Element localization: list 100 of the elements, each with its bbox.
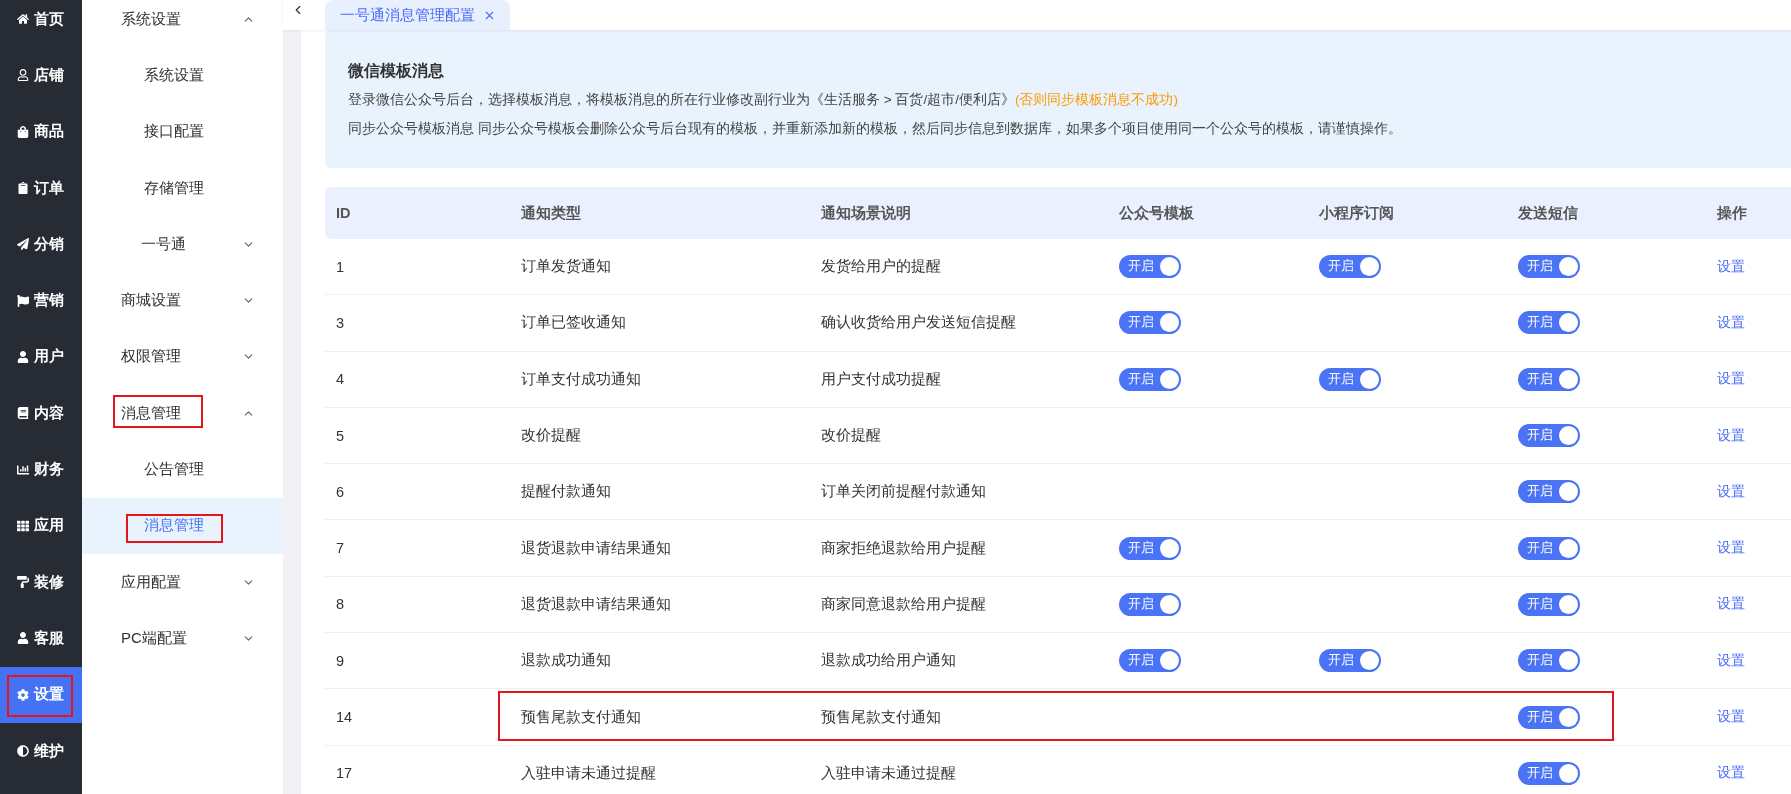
table-cell: 退款成功给用户通知	[821, 651, 956, 671]
menu-item[interactable]: 接口配置	[82, 103, 283, 160]
toggle-switch[interactable]: 开启	[1518, 367, 1580, 391]
table-cell: 订单已签收通知	[521, 313, 626, 333]
toggle-switch[interactable]: 开启	[1518, 255, 1580, 279]
bar-chart-icon	[17, 463, 29, 476]
switch-knob-icon	[1559, 313, 1578, 333]
flag-icon	[17, 294, 29, 307]
menu-group[interactable]: 商城设置	[82, 272, 283, 329]
settings-link[interactable]: 设置	[1717, 313, 1745, 332]
table-cell: 7	[336, 540, 345, 557]
toggle-switch[interactable]: 开启	[1119, 536, 1181, 560]
toggle-switch[interactable]: 开启	[1119, 649, 1181, 673]
table-cell: 退货退款申请结果通知	[521, 538, 671, 558]
column-header: 公众号模板	[1118, 203, 1195, 223]
settings-link[interactable]: 设置	[1717, 426, 1745, 445]
switch-knob-icon	[1160, 538, 1179, 558]
settings-icon	[17, 688, 29, 701]
notice-text: 同步公众号模板消息 同步公众号模板会删除公众号后台现有的模板，并重新添加新的模板，然后同步信息到数据库，如果多个项目使用同一个公众号的模板，请谨慎操作。	[348, 120, 1403, 138]
column-header: 操作	[1716, 203, 1748, 223]
switch-knob-icon	[1360, 369, 1379, 389]
table-cell: 退货退款申请结果通知	[521, 594, 671, 614]
toggle-switch[interactable]: 开启	[1119, 311, 1181, 335]
person-outline-icon	[17, 69, 29, 82]
switch-knob-icon	[1160, 594, 1179, 614]
table-cell: 入驻申请未通过提醒	[821, 763, 956, 783]
settings-link[interactable]: 设置	[1717, 595, 1745, 614]
column-header: 发送短信	[1517, 203, 1579, 223]
menu-group[interactable]: 消息管理	[82, 385, 283, 442]
toggle-switch[interactable]: 开启	[1119, 255, 1181, 279]
toggle-switch[interactable]: 开启	[1319, 649, 1381, 673]
rail-item[interactable]: 用户	[0, 328, 82, 386]
grid-icon	[17, 519, 29, 532]
menu-group[interactable]: 应用配置	[82, 553, 283, 611]
table-cell: 17	[336, 765, 353, 782]
table-cell: 4	[336, 371, 345, 388]
rail-item[interactable]: 商品	[0, 103, 82, 160]
settings-link[interactable]: 设置	[1717, 651, 1745, 670]
table-cell: 退款成功通知	[521, 651, 611, 671]
home-icon	[17, 13, 29, 26]
rail-item[interactable]: 分销	[0, 216, 82, 273]
rail-item[interactable]: 财务	[0, 441, 82, 498]
toggle-switch[interactable]: 开启	[1518, 311, 1580, 335]
table-cell: 订单关闭前提醒付款通知	[821, 482, 986, 502]
toggle-switch[interactable]: 开启	[1518, 424, 1580, 448]
switch-knob-icon	[1559, 763, 1578, 783]
settings-link[interactable]: 设置	[1717, 539, 1745, 558]
toggle-switch[interactable]: 开启	[1518, 592, 1580, 616]
rail-item[interactable]: 店铺	[0, 47, 82, 104]
switch-knob-icon	[1559, 651, 1578, 671]
rail-item[interactable]: 首页	[0, 0, 82, 48]
rail-item[interactable]: 设置	[0, 666, 82, 723]
toggle-switch[interactable]: 开启	[1518, 480, 1580, 504]
settings-link[interactable]: 设置	[1717, 482, 1745, 501]
menu-group[interactable]: PC端配置	[82, 610, 283, 667]
rail-item[interactable]: 装修	[0, 553, 82, 611]
toggle-switch[interactable]: 开启	[1518, 536, 1580, 560]
toggle-switch[interactable]: 开启	[1119, 592, 1181, 616]
column-header: ID	[335, 205, 352, 221]
toggle-switch[interactable]: 开启	[1518, 761, 1580, 785]
table-cell: 3	[336, 314, 345, 331]
rail-item[interactable]: 应用	[0, 497, 82, 554]
toggle-switch[interactable]: 开启	[1319, 367, 1381, 391]
menu-group[interactable]: 权限管理	[82, 328, 283, 386]
menu-item[interactable]: 系统设置	[82, 47, 283, 104]
rail-item[interactable]: 订单	[0, 159, 82, 217]
user-icon	[17, 350, 29, 363]
notice-title: 微信模板消息	[348, 61, 445, 81]
column-header: 小程序订阅	[1318, 203, 1395, 223]
column-header: 通知场景说明	[820, 203, 912, 223]
menu-item[interactable]: 消息管理	[82, 497, 283, 554]
settings-link[interactable]: 设置	[1717, 257, 1745, 276]
menu-item[interactable]: 存储管理	[82, 159, 283, 217]
settings-link[interactable]: 设置	[1717, 708, 1745, 726]
switch-knob-icon	[1559, 707, 1578, 727]
menu-group[interactable]: 系统设置	[82, 0, 283, 48]
toggle-switch[interactable]: 开启	[1518, 649, 1580, 673]
switch-knob-icon	[1559, 426, 1578, 446]
table-cell: 改价提醒	[521, 426, 581, 446]
toggle-switch[interactable]: 开启	[1518, 705, 1580, 729]
rail-item[interactable]: 客服	[0, 610, 82, 667]
page-tab[interactable]: 一号通消息管理配置	[325, 0, 510, 30]
table-cell: 提醒付款通知	[521, 482, 611, 502]
column-header: 通知类型	[520, 203, 582, 223]
rail-item[interactable]: 维护	[0, 722, 82, 780]
switch-knob-icon	[1360, 651, 1379, 671]
settings-link[interactable]: 设置	[1717, 764, 1745, 783]
rail-item[interactable]: 内容	[0, 385, 82, 442]
table-cell: 确认收货给用户发送短信提醒	[821, 313, 1016, 333]
toggle-switch[interactable]: 开启	[1319, 255, 1381, 279]
switch-knob-icon	[1559, 538, 1578, 558]
table-cell: 商家拒绝退款给用户提醒	[821, 538, 986, 558]
toggle-switch[interactable]: 开启	[1119, 367, 1181, 391]
settings-link[interactable]: 设置	[1717, 370, 1745, 389]
switch-knob-icon	[1160, 257, 1179, 277]
menu-item[interactable]: 一号通	[82, 216, 283, 273]
menu-item[interactable]: 公告管理	[82, 441, 283, 498]
notice-text: 登录微信公众号后台，选择模板消息，将模板消息的所在行业修改副行业为《生活服务 > 百货/超市/便利店》(否则同步模板消息不成功)	[348, 91, 1179, 109]
rail-item[interactable]: 营销	[0, 272, 82, 329]
table-cell: 入驻申请未通过提醒	[521, 763, 656, 783]
